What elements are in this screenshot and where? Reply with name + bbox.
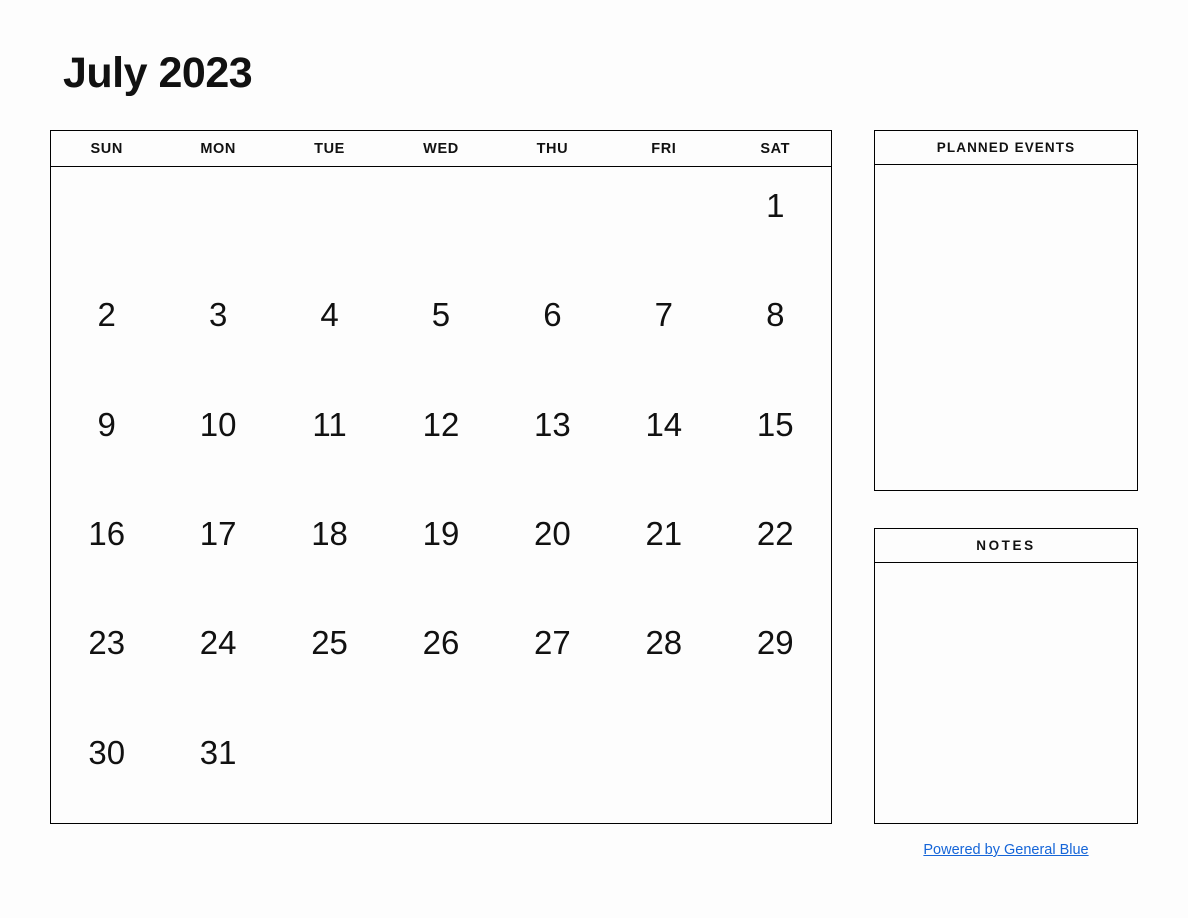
notes-panel: NOTES: [874, 528, 1138, 824]
day-cell[interactable]: 22: [720, 495, 831, 604]
day-cell[interactable]: 29: [720, 604, 831, 713]
day-cell[interactable]: 19: [385, 495, 496, 604]
day-cell[interactable]: 8: [720, 276, 831, 385]
week-row: 30 31: [51, 714, 831, 823]
day-cell[interactable]: 11: [274, 386, 385, 495]
weekday-header-row: SUN MON TUE WED THU FRI SAT: [51, 131, 831, 167]
day-cell[interactable]: 17: [162, 495, 273, 604]
notes-header: NOTES: [875, 529, 1137, 563]
day-cell[interactable]: 3: [162, 276, 273, 385]
day-number: 13: [534, 405, 571, 443]
day-cell[interactable]: [497, 714, 608, 823]
day-cell[interactable]: 15: [720, 386, 831, 495]
day-number: 21: [645, 514, 683, 552]
powered-by-link[interactable]: Powered by General Blue: [874, 842, 1138, 858]
day-number: 30: [88, 733, 126, 771]
day-number: 18: [311, 514, 348, 552]
day-cell[interactable]: 27: [497, 604, 608, 713]
day-number: 8: [766, 296, 785, 334]
day-cell[interactable]: [385, 167, 496, 276]
day-cell[interactable]: [274, 714, 385, 823]
day-number: 19: [422, 514, 460, 552]
day-cell[interactable]: [274, 167, 385, 276]
day-number: 16: [88, 514, 126, 552]
day-number: 20: [534, 514, 571, 552]
day-cell[interactable]: [608, 167, 719, 276]
week-row: 2 3 4 5 6 7 8: [51, 276, 831, 385]
day-number: 25: [311, 624, 348, 662]
day-cell[interactable]: 31: [162, 714, 273, 823]
day-cell[interactable]: 10: [162, 386, 273, 495]
day-cell[interactable]: 20: [497, 495, 608, 604]
week-row: 23 24 25 26 27 28 29: [51, 604, 831, 713]
day-cell[interactable]: 6: [497, 276, 608, 385]
day-number: 17: [199, 514, 237, 552]
weekday-header-tue: TUE: [314, 140, 345, 157]
day-cell[interactable]: 7: [608, 276, 719, 385]
week-row: 9 10 11 12 13 14 15: [51, 386, 831, 495]
day-number: 2: [97, 296, 116, 334]
day-cell[interactable]: 25: [274, 604, 385, 713]
weekday-header-wed: WED: [423, 140, 459, 157]
planned-events-panel: PLANNED EVENTS: [874, 130, 1138, 491]
day-number: 29: [756, 624, 794, 662]
day-cell[interactable]: 28: [608, 604, 719, 713]
day-cell[interactable]: 12: [385, 386, 496, 495]
weekday-header-sat: SAT: [760, 140, 791, 157]
day-number: 27: [534, 624, 571, 662]
day-number: 3: [208, 296, 228, 334]
day-number: 22: [756, 514, 794, 552]
week-row: 1: [51, 167, 831, 276]
planned-events-header: PLANNED EVENTS: [875, 131, 1137, 165]
weekday-header-sun: SUN: [90, 140, 123, 157]
day-number: 11: [312, 405, 347, 443]
day-cell[interactable]: [497, 167, 608, 276]
day-number: 7: [654, 296, 673, 334]
day-number: 6: [543, 296, 562, 334]
day-cell[interactable]: 9: [51, 386, 162, 495]
day-number: 15: [756, 405, 794, 443]
day-number: 31: [199, 733, 237, 771]
day-cell[interactable]: 14: [608, 386, 719, 495]
day-number: 4: [320, 296, 339, 334]
day-cell[interactable]: 24: [162, 604, 273, 713]
day-cell[interactable]: [385, 714, 496, 823]
day-number: 28: [645, 624, 683, 662]
day-number: 23: [88, 624, 126, 662]
day-cell[interactable]: 18: [274, 495, 385, 604]
weekday-header-thu: THU: [536, 140, 569, 157]
day-cell[interactable]: 16: [51, 495, 162, 604]
day-cell[interactable]: 13: [497, 386, 608, 495]
day-cell[interactable]: 5: [385, 276, 496, 385]
day-cell[interactable]: [51, 167, 162, 276]
day-cell[interactable]: 4: [274, 276, 385, 385]
day-cell[interactable]: [720, 714, 831, 823]
day-cell[interactable]: 30: [51, 714, 162, 823]
day-cell[interactable]: 2: [51, 276, 162, 385]
page-title: July 2023: [63, 49, 253, 97]
day-number: 12: [422, 405, 460, 443]
day-cell[interactable]: 21: [608, 495, 719, 604]
day-number: 26: [422, 624, 460, 662]
day-number: 14: [645, 405, 683, 443]
day-number: 5: [431, 296, 451, 334]
calendar-weeks: 1 2 3 4 5 6 7 8 9 10 11 12 13 14 15 16 1…: [51, 167, 831, 823]
day-cell[interactable]: [608, 714, 719, 823]
day-cell[interactable]: 26: [385, 604, 496, 713]
notes-body[interactable]: [875, 563, 1137, 823]
calendar-grid: SUN MON TUE WED THU FRI SAT 1 2 3 4 5 6 …: [50, 130, 832, 824]
day-cell[interactable]: [162, 167, 273, 276]
weekday-header-mon: MON: [200, 140, 236, 157]
weekday-header-fri: FRI: [651, 140, 677, 157]
day-cell[interactable]: 23: [51, 604, 162, 713]
day-cell[interactable]: 1: [720, 167, 831, 276]
day-number: 9: [97, 405, 116, 443]
week-row: 16 17 18 19 20 21 22: [51, 495, 831, 604]
day-number: 1: [766, 187, 785, 224]
day-number: 10: [199, 405, 237, 443]
planned-events-body[interactable]: [875, 165, 1137, 490]
day-number: 24: [199, 624, 237, 662]
